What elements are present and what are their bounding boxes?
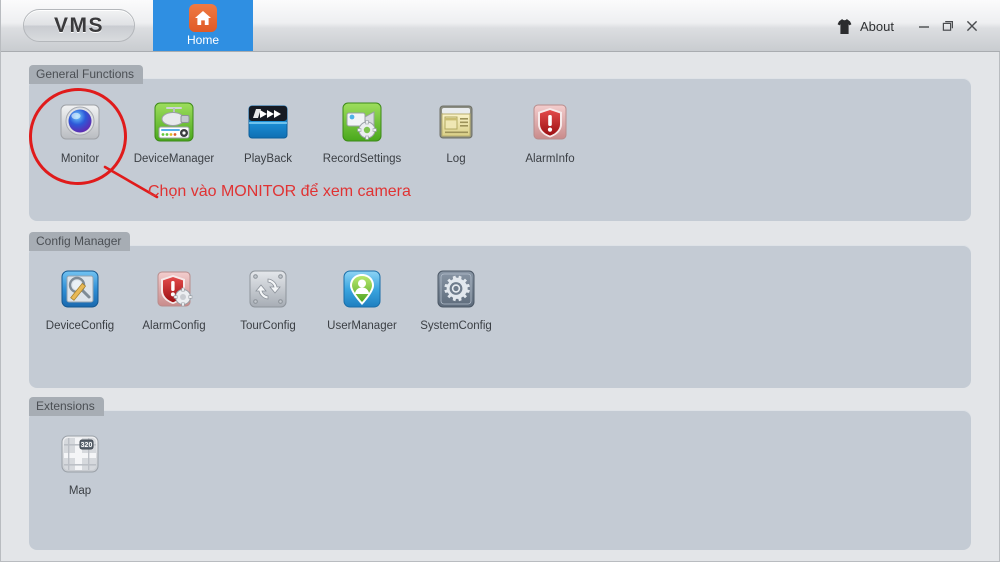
app-icon-system-config[interactable]: SystemConfig (409, 267, 503, 332)
app-label-playback: PlayBack (244, 153, 292, 165)
group-extensions-label: Extensions (29, 397, 104, 416)
app-label-alarm-info: AlarmInfo (525, 153, 575, 165)
group-config-label: Config Manager (29, 232, 131, 251)
annotation-text: Chọn vào MONITOR để xem camera (148, 183, 411, 200)
tour-config-icon (246, 267, 290, 311)
app-icon-log[interactable]: Log (409, 100, 503, 165)
user-manager-icon (340, 267, 384, 311)
app-icon-alarm-info[interactable]: AlarmInfo (503, 100, 597, 165)
record-settings-icon (340, 100, 384, 144)
home-icon (189, 4, 217, 32)
close-button[interactable] (963, 17, 981, 35)
tab-home[interactable]: Home (153, 0, 253, 51)
alarm-shield-icon (528, 100, 572, 144)
group-general-label: General Functions (29, 65, 144, 84)
log-icon (434, 100, 478, 144)
maximize-button[interactable] (939, 17, 957, 35)
system-config-icon (434, 267, 478, 311)
device-config-icon (58, 267, 102, 311)
map-route-badge: 320 (81, 442, 93, 449)
app-icon-map[interactable]: 320 Map (33, 432, 127, 497)
app-label-device-config: DeviceConfig (45, 320, 115, 332)
device-manager-icon (152, 100, 196, 144)
app-icon-record-settings[interactable]: RecordSettings (315, 100, 409, 165)
title-bar: VMS Home About (1, 0, 1000, 52)
about-button[interactable]: About (837, 15, 894, 37)
app-label-monitor: Monitor (60, 153, 100, 165)
app-logo: VMS (23, 9, 135, 42)
group-extensions-body: 320 Map (29, 410, 971, 550)
tab-home-label: Home (186, 33, 219, 47)
app-logo-text: VMS (53, 13, 104, 37)
app-icon-tour-config[interactable]: TourConfig (221, 267, 315, 332)
app-icon-alarm-config[interactable]: AlarmConfig (127, 267, 221, 332)
minimize-button[interactable] (915, 17, 933, 35)
app-label-map: Map (68, 485, 92, 497)
app-label-log: Log (446, 153, 466, 165)
app-icon-playback[interactable]: PlayBack (221, 100, 315, 165)
app-icon-device-config[interactable]: DeviceConfig (33, 267, 127, 332)
vms-main-window: VMS Home About General Functions Monitor… (0, 0, 1000, 562)
app-label-record-settings: RecordSettings (322, 153, 402, 165)
playback-icon (246, 100, 290, 144)
about-label: About (860, 18, 894, 34)
app-label-alarm-config: AlarmConfig (142, 320, 206, 332)
map-icon: 320 (58, 432, 102, 476)
app-label-user-manager: UserManager (327, 320, 397, 332)
app-label-system-config: SystemConfig (420, 320, 492, 332)
app-icon-device-manager[interactable]: DeviceManager (127, 100, 221, 165)
app-label-device-manager: DeviceManager (133, 153, 215, 165)
tshirt-icon (837, 18, 852, 34)
app-label-tour-config: TourConfig (240, 320, 296, 332)
app-icon-user-manager[interactable]: UserManager (315, 267, 409, 332)
dome-camera-icon (58, 100, 102, 144)
alarm-config-icon (152, 267, 196, 311)
group-config-body: DeviceConfig AlarmConfig TourConfig User… (29, 245, 971, 388)
app-icon-monitor[interactable]: Monitor (33, 100, 127, 165)
